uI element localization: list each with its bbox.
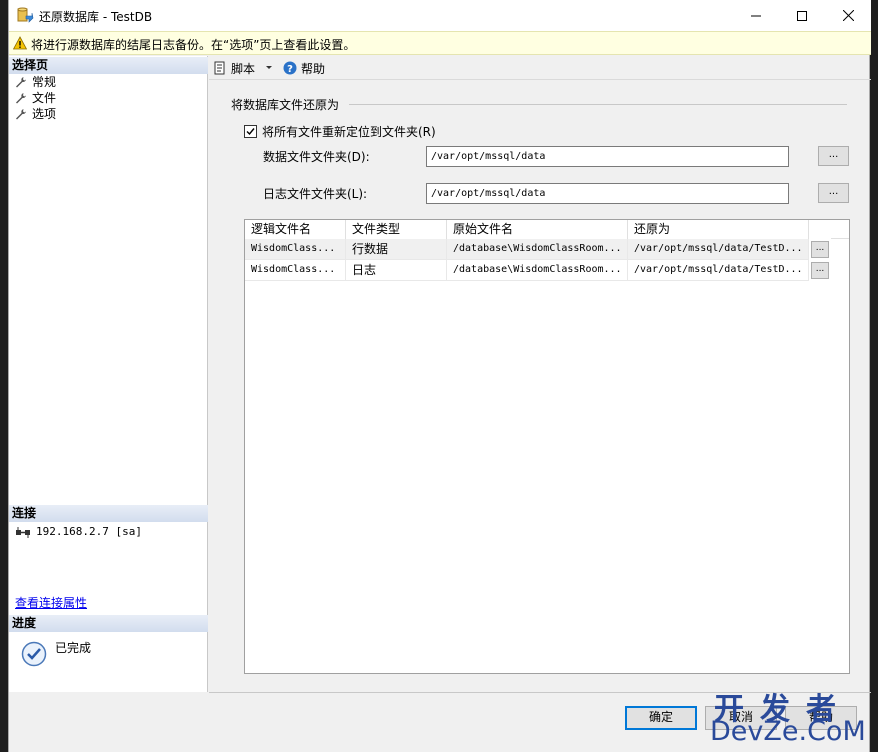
select-page-header: 选择页 [9, 57, 208, 74]
log-folder-browse-button[interactable]: ... [818, 183, 849, 203]
row-browse-button[interactable]: ... [811, 241, 829, 258]
window-title: 还原数据库 - TestDB [39, 10, 153, 24]
cell-logical-name: WisdomClass... [245, 239, 346, 260]
cell-file-type: 日志 [346, 260, 447, 281]
column-header-original-file[interactable]: 原始文件名 [447, 220, 628, 239]
script-label: 脚本 [231, 61, 256, 76]
help-label: 帮助 [301, 61, 326, 76]
column-header-spacer [809, 220, 831, 239]
grid-header: 逻辑文件名 文件类型 原始文件名 还原为 [245, 220, 849, 239]
data-folder-label: 数据文件文件夹(D): [263, 150, 370, 164]
database-restore-icon [17, 7, 34, 23]
watermark: 开发者 DevZe.CoM [710, 684, 878, 752]
script-icon [214, 61, 225, 75]
log-folder-label: 日志文件文件夹(L): [263, 187, 368, 201]
log-folder-input[interactable]: /var/opt/mssql/data [426, 183, 789, 204]
row-browse-button[interactable]: ... [811, 262, 829, 279]
close-icon [842, 10, 854, 21]
help-toolbar-button[interactable]: ? 帮助 [283, 59, 325, 77]
cell-logical-name: WisdomClass... [245, 260, 346, 281]
maximize-button[interactable] [779, 0, 825, 31]
checkbox-box[interactable] [244, 125, 257, 138]
relocate-checkbox[interactable]: 将所有文件重新定位到文件夹(R) [244, 123, 436, 140]
view-connection-properties-link[interactable]: 查看连接属性 [15, 594, 87, 611]
background-strip [0, 0, 8, 752]
ok-button[interactable]: 确定 [625, 706, 697, 730]
warning-icon [13, 36, 27, 50]
chevron-down-icon [266, 66, 273, 69]
table-row[interactable]: WisdomClass... 行数据 /database\WisdomClass… [245, 239, 849, 260]
restore-files-group-title: 将数据库文件还原为 [231, 98, 340, 112]
title-bar: 还原数据库 - TestDB [9, 0, 871, 31]
watermark-bottom-text: DevZe.CoM [710, 716, 866, 747]
page-item-options[interactable]: 选项 [15, 106, 56, 122]
restore-database-window: 还原数据库 - TestDB 将进行源数据库的结尾日志备份。在“选项”页上查看此… [8, 0, 871, 752]
check-icon [246, 128, 255, 136]
progress-header: 进度 [9, 615, 208, 632]
maximize-icon [797, 10, 807, 21]
column-header-logical-name[interactable]: 逻辑文件名 [245, 220, 346, 239]
connection-header: 连接 [9, 505, 208, 522]
page-item-label: 文件 [32, 91, 57, 105]
cell-original-file: /database\WisdomClassRoom... [447, 260, 628, 281]
svg-text:?: ? [287, 64, 293, 75]
close-button[interactable] [825, 0, 871, 31]
group-divider [349, 104, 847, 105]
progress-status: 已完成 [55, 641, 92, 655]
cell-file-type: 行数据 [346, 239, 447, 260]
connection-info: 192.168.2.7 [sa] [15, 525, 142, 538]
connection-icon [16, 526, 30, 538]
connection-text: 192.168.2.7 [sa] [36, 525, 142, 538]
script-button[interactable]: 脚本 [213, 59, 273, 77]
cell-original-file: /database\WisdomClassRoom... [447, 239, 628, 260]
files-grid: 逻辑文件名 文件类型 原始文件名 还原为 WisdomClass... 行数据 … [244, 219, 850, 674]
table-row[interactable]: WisdomClass... 日志 /database\WisdomClassR… [245, 260, 849, 281]
minimize-icon [751, 15, 761, 16]
wrench-icon [16, 109, 26, 120]
column-header-file-type[interactable]: 文件类型 [346, 220, 447, 239]
page-item-label: 选项 [32, 107, 57, 121]
warning-text: 将进行源数据库的结尾日志备份。在“选项”页上查看此设置。 [31, 38, 356, 52]
wrench-icon [16, 93, 26, 104]
data-folder-browse-button[interactable]: ... [818, 146, 849, 166]
warning-bar: 将进行源数据库的结尾日志备份。在“选项”页上查看此设置。 [9, 31, 871, 55]
cell-restore-as[interactable]: /var/opt/mssql/data/TestD... [628, 239, 809, 260]
page-item-label: 常规 [32, 75, 57, 89]
checkmark-icon [21, 641, 47, 667]
page-item-general[interactable]: 常规 [15, 74, 56, 90]
column-header-restore-as[interactable]: 还原为 [628, 220, 809, 239]
minimize-button[interactable] [733, 0, 779, 31]
data-folder-input[interactable]: /var/opt/mssql/data [426, 146, 789, 167]
cell-restore-as[interactable]: /var/opt/mssql/data/TestD... [628, 260, 809, 281]
help-icon: ? [283, 61, 297, 75]
left-panel: 选择页 常规 文件 选项 连接 192.168.2.7 [sa] 查看连接属性 … [9, 56, 208, 692]
wrench-icon [16, 77, 26, 88]
page-item-files[interactable]: 文件 [15, 90, 56, 106]
relocate-checkbox-label: 将所有文件重新定位到文件夹(R) [262, 125, 436, 139]
toolbar: 脚本 ? 帮助 [209, 56, 871, 80]
